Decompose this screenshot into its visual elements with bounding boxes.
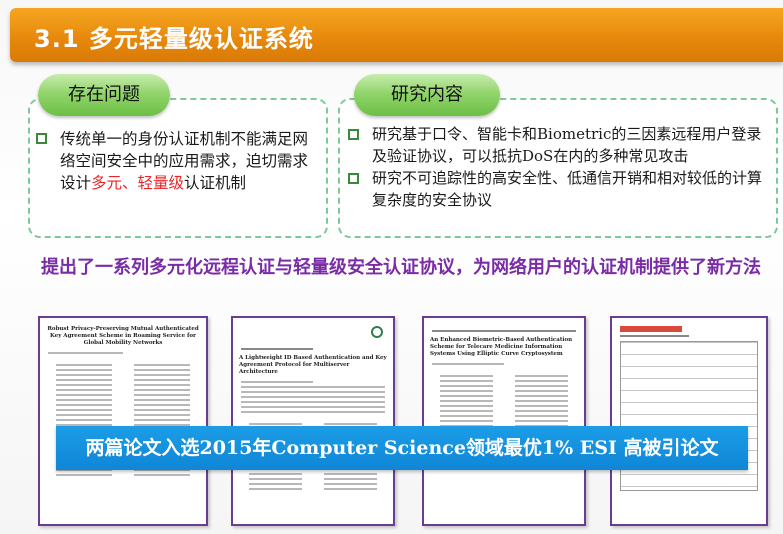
title-bar: 3.1 多元轻量级认证系统 [10,8,783,62]
square-bullet-icon [348,173,359,184]
list-item: 研究不可追踪性的高安全性、低通信开销和相对较低的计算复杂度的安全协议 [348,168,773,211]
problems-list: 传统单一的身份认证机制不能满足网络空间安全中的应用需求，迫切需求设计多元、轻量级… [36,128,316,195]
research-label: 研究内容 [354,74,500,116]
highlight-banner: 两篇论文入选2015年Computer Science领域最优1% ESI 高被… [56,426,748,470]
list-item: 传统单一的身份认证机制不能满足网络空间安全中的应用需求，迫切需求设计多元、轻量级… [36,128,316,194]
paper-title: Robust Privacy-Preserving Mutual Authent… [47,326,199,346]
list-item: 研究基于口令、智能卡和Biometric的三因素远程用户登录及验证协议，可以抵抗… [348,124,773,167]
report-header-mark [620,326,682,332]
summary-text: 提出了一系列多元化远程认证与轻量级安全认证协议，为网络用户的认证机制提供了新方法 [41,257,761,278]
journal-logo-icon [371,326,383,338]
square-bullet-icon [36,133,47,144]
paper-thumbnail-1: Robust Privacy-Preserving Mutual Authent… [38,316,208,526]
bullet-text: 研究基于口令、智能卡和Biometric的三因素远程用户登录及验证协议，可以抵抗… [372,125,762,165]
paper-title: An Enhanced Biometric-Based Authenticati… [430,337,573,357]
problems-label: 存在问题 [38,74,170,116]
paper-title: A Lightweight ID Based Authentication an… [239,355,387,375]
bullet-text: 研究不可追踪性的高安全性、低通信开销和相对较低的计算复杂度的安全协议 [372,169,763,209]
paper-thumbnail-3: An Enhanced Biometric-Based Authenticati… [422,316,586,526]
highlighted-text: 多元、轻量级 [91,174,185,192]
paper-thumbnail-2: A Lightweight ID Based Authentication an… [231,316,395,526]
research-list: 研究基于口令、智能卡和Biometric的三因素远程用户登录及验证协议，可以抵抗… [348,124,773,212]
page-title: 3.1 多元轻量级认证系统 [34,25,314,53]
bullet-text-part: 认证机制 [184,174,247,192]
square-bullet-icon [348,129,359,140]
paper-thumbnail-4 [610,316,768,526]
